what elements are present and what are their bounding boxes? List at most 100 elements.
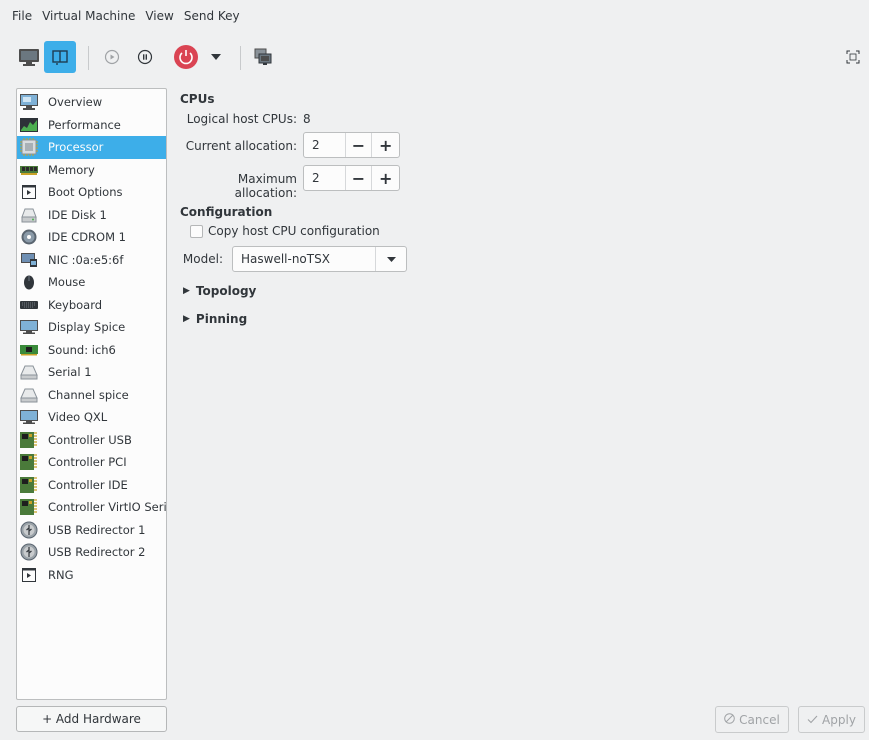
shutdown-menu-button[interactable] [206, 41, 226, 73]
sidebar-item-overview[interactable]: Overview [17, 91, 166, 114]
sidebar-item-label: IDE CDROM 1 [48, 230, 126, 245]
pinning-label: Pinning [195, 312, 248, 326]
sidebar-item-mouse[interactable]: Mouse [17, 271, 166, 294]
combobox-dropdown-button[interactable] [376, 247, 406, 271]
sidebar-item-display-spice[interactable]: Display Spice [17, 316, 166, 339]
menu-virtual-machine[interactable]: Virtual Machine [42, 7, 135, 25]
memory-icon [20, 161, 38, 179]
fullscreen-button[interactable] [843, 41, 863, 73]
sidebar-item-label: Performance [48, 117, 121, 132]
details-view-button[interactable] [44, 41, 76, 73]
processor-details-panel: CPUs Logical host CPUs: 8 Current alloca… [180, 88, 860, 688]
sidebar-item-label: Overview [48, 95, 103, 110]
current-allocation-spinbox[interactable]: 2 − + [303, 132, 400, 158]
topology-label: Topology [195, 284, 257, 298]
sidebar-item-serial-1[interactable]: Serial 1 [17, 361, 166, 384]
sidebar-item-memory[interactable]: Memory [17, 159, 166, 182]
sidebar-item-label: Mouse [48, 275, 86, 290]
sidebar-item-label: Serial 1 [48, 365, 92, 380]
sidebar-item-channel-spice[interactable]: Channel spice [17, 384, 166, 407]
sidebar-item-usb-redirector-2[interactable]: USB Redirector 2 [17, 541, 166, 564]
run-button[interactable] [96, 41, 128, 73]
current-allocation-increment-button[interactable]: + [372, 133, 399, 157]
sidebar-item-controller-ide[interactable]: Controller IDE [17, 474, 166, 497]
checkmark-icon [807, 713, 818, 727]
toolbar-separator [240, 46, 241, 70]
sidebar-item-label: Memory [48, 162, 95, 177]
sidebar-item-label: IDE Disk 1 [48, 207, 107, 222]
sidebar-item-ide-disk-1[interactable]: IDE Disk 1 [17, 204, 166, 227]
maximum-allocation-increment-button[interactable]: + [372, 166, 399, 190]
hardware-list: Overview Performance Processor Memory Bo… [16, 88, 167, 700]
toolbar-separator [88, 46, 89, 70]
maximum-allocation-spinbox[interactable]: 2 − + [303, 165, 400, 191]
snapshots-button[interactable] [247, 41, 279, 73]
current-allocation-label: Current allocation: [185, 139, 297, 153]
sidebar-item-keyboard[interactable]: Keyboard [17, 294, 166, 317]
nic-icon [20, 251, 38, 269]
sidebar-item-label: Controller VirtIO Serial [48, 500, 167, 515]
controller-icon [20, 453, 38, 471]
sidebar-item-label: Boot Options [48, 185, 123, 200]
menu-file[interactable]: File [12, 7, 32, 25]
sidebar-item-ide-cdrom-1[interactable]: IDE CDROM 1 [17, 226, 166, 249]
sidebar-item-usb-redirector-1[interactable]: USB Redirector 1 [17, 519, 166, 542]
pinning-expander[interactable]: ▶ Pinning [183, 312, 247, 326]
sidebar-item-label: Processor [48, 140, 104, 155]
cpu-model-combobox[interactable]: Haswell-noTSX [232, 246, 407, 272]
snapshot-icon [254, 48, 272, 65]
sidebar-item-label: Controller USB [48, 432, 132, 447]
keyboard-icon [20, 296, 38, 314]
usb-redirector-icon [20, 521, 38, 539]
chevron-down-icon [386, 256, 396, 262]
cpu-model-value[interactable]: Haswell-noTSX [233, 247, 376, 271]
video-icon [20, 408, 38, 426]
display-icon [20, 318, 38, 336]
sidebar-item-label: NIC :0a:e5:6f [48, 252, 124, 267]
shutdown-button[interactable] [170, 41, 202, 73]
cpu-icon [20, 138, 38, 157]
sidebar-item-label: RNG [48, 567, 74, 582]
pause-button[interactable] [129, 41, 161, 73]
sidebar-item-controller-virtio-serial[interactable]: Controller VirtIO Serial [17, 496, 166, 519]
maximum-allocation-decrement-button[interactable]: − [346, 166, 373, 190]
monitor-icon [19, 49, 39, 66]
sidebar-item-processor[interactable]: Processor [17, 136, 166, 159]
toolbar [0, 36, 869, 80]
sidebar-item-nic[interactable]: NIC :0a:e5:6f [17, 249, 166, 272]
model-label: Model: [182, 252, 223, 266]
rng-icon [20, 566, 38, 584]
copy-host-cpu-label[interactable]: Copy host CPU configuration [208, 224, 380, 238]
cancel-button[interactable]: Cancel [715, 706, 789, 733]
cpus-section-title: CPUs [180, 92, 215, 106]
apply-button[interactable]: Apply [798, 706, 865, 733]
cancel-label: Cancel [739, 712, 780, 727]
sidebar-item-rng[interactable]: RNG [17, 564, 166, 587]
sidebar-item-boot-options[interactable]: Boot Options [17, 181, 166, 204]
cdrom-icon [20, 228, 38, 246]
configuration-section-title: Configuration [180, 205, 273, 219]
sidebar-item-performance[interactable]: Performance [17, 114, 166, 137]
maximum-allocation-label: Maximum allocation: [234, 172, 297, 200]
sidebar-item-controller-usb[interactable]: Controller USB [17, 429, 166, 452]
performance-icon [20, 116, 38, 134]
copy-host-cpu-checkbox[interactable] [190, 225, 203, 238]
channel-icon [20, 386, 38, 404]
add-hardware-button[interactable]: + Add Hardware [16, 706, 167, 732]
logical-host-cpus-label: Logical host CPUs: [186, 112, 297, 126]
cancel-icon [724, 712, 735, 727]
maximum-allocation-value[interactable]: 2 [304, 166, 346, 190]
apply-label: Apply [822, 712, 856, 727]
sidebar-item-label: Channel spice [48, 387, 129, 402]
sidebar-item-controller-pci[interactable]: Controller PCI [17, 451, 166, 474]
menu-send-key[interactable]: Send Key [184, 7, 240, 25]
serial-icon [20, 363, 38, 381]
menu-view[interactable]: View [145, 7, 173, 25]
console-view-button[interactable] [13, 41, 45, 73]
sidebar-item-sound[interactable]: Sound: ich6 [17, 339, 166, 362]
sidebar-item-video-qxl[interactable]: Video QXL [17, 406, 166, 429]
disk-icon [20, 206, 38, 224]
current-allocation-value[interactable]: 2 [304, 133, 346, 157]
topology-expander[interactable]: ▶ Topology [183, 284, 256, 298]
current-allocation-decrement-button[interactable]: − [346, 133, 373, 157]
